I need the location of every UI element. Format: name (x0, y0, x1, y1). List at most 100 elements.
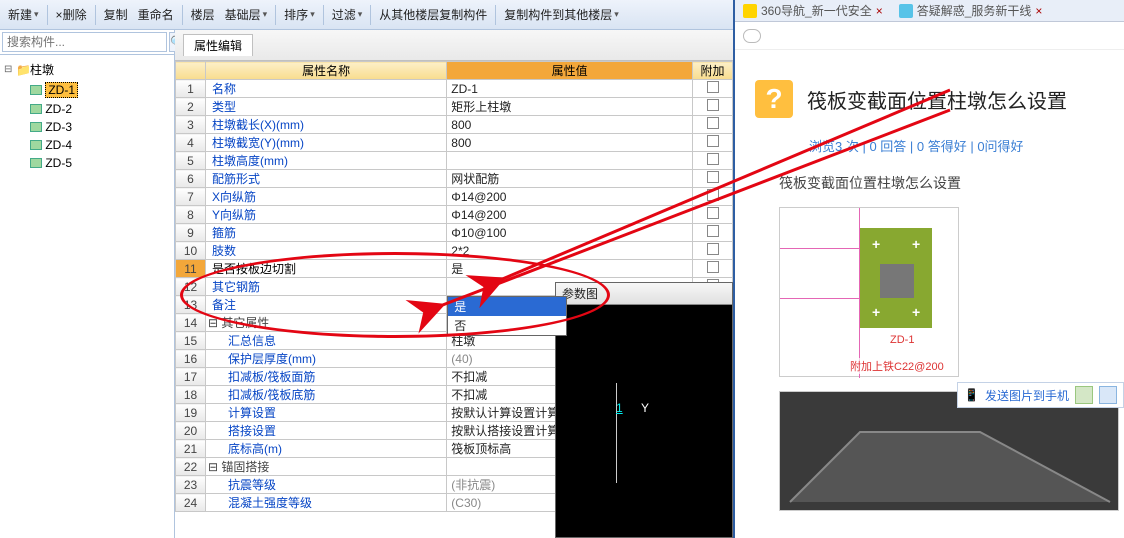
property-value-cell[interactable]: 2*2 (447, 242, 693, 260)
property-extra-cell[interactable] (693, 188, 733, 206)
property-name-cell[interactable]: 扣减板/筏板面筋 (206, 368, 447, 386)
browser-tab-2[interactable]: 答疑解惑_服务新干线 × (895, 2, 1047, 19)
collapse-icon[interactable]: ⊟ (4, 64, 16, 75)
property-name-cell[interactable]: 柱墩截长(X)(mm) (206, 116, 447, 134)
property-name-cell[interactable]: ⊟ 其它属性 (206, 314, 447, 332)
checkbox[interactable] (707, 135, 719, 147)
property-row[interactable]: 7X向纵筋Φ14@200 (176, 188, 733, 206)
property-value-cell[interactable]: 800 (447, 134, 693, 152)
checkbox[interactable] (707, 225, 719, 237)
collapse-icon[interactable]: ⊟ (208, 316, 221, 330)
property-extra-cell[interactable] (693, 260, 733, 278)
search-input[interactable] (2, 32, 167, 52)
property-name-cell[interactable]: 搭接设置 (206, 422, 447, 440)
copy-to-other-button[interactable]: 复制构件到其他楼层 (500, 4, 623, 25)
property-row[interactable]: 6配筋形式网状配筋 (176, 170, 733, 188)
property-name-cell[interactable]: 肢数 (206, 242, 447, 260)
expand-icon[interactable] (1075, 386, 1093, 404)
checkbox[interactable] (707, 207, 719, 219)
tree-item-zd2[interactable]: ZD-2 (4, 100, 170, 118)
property-name-cell[interactable]: ⊟ 锚固搭接 (206, 458, 447, 476)
dropdown-list[interactable]: 是否 (447, 296, 567, 336)
property-value-cell[interactable] (447, 152, 693, 170)
attachment-thumbnail-2[interactable] (779, 391, 1119, 511)
tree-item-zd3[interactable]: ZD-3 (4, 118, 170, 136)
collapse-icon[interactable]: ⊟ (208, 460, 221, 474)
property-extra-cell[interactable] (693, 98, 733, 116)
property-value-cell[interactable]: Φ10@100 (447, 224, 693, 242)
checkbox[interactable] (707, 153, 719, 165)
tree-root[interactable]: ⊟ 📁 柱墩 (4, 59, 170, 80)
property-extra-cell[interactable] (693, 134, 733, 152)
property-name-cell[interactable]: 柱墩高度(mm) (206, 152, 447, 170)
property-extra-cell[interactable] (693, 224, 733, 242)
property-row[interactable]: 5柱墩高度(mm) (176, 152, 733, 170)
delete-button[interactable]: × 删除 (52, 4, 91, 25)
property-extra-cell[interactable] (693, 80, 733, 98)
property-value-cell[interactable]: 800 (447, 116, 693, 134)
copy-button[interactable]: 复制 (100, 4, 132, 25)
checkbox[interactable] (707, 117, 719, 129)
property-name-cell[interactable]: 计算设置 (206, 404, 447, 422)
cloud-icon[interactable] (743, 29, 761, 43)
property-name-cell[interactable]: 箍筋 (206, 224, 447, 242)
property-value-cell[interactable]: Φ14@200 (447, 206, 693, 224)
property-extra-cell[interactable] (693, 152, 733, 170)
property-extra-cell[interactable] (693, 242, 733, 260)
property-value-cell[interactable]: 矩形上柱墩 (447, 98, 693, 116)
checkbox[interactable] (707, 243, 719, 255)
property-tab[interactable]: 属性编辑 (183, 34, 253, 56)
property-value-cell[interactable]: ZD-1 (447, 80, 693, 98)
property-name-cell[interactable]: 类型 (206, 98, 447, 116)
checkbox[interactable] (707, 189, 719, 201)
tree-item-zd4[interactable]: ZD-4 (4, 136, 170, 154)
filter-button[interactable]: 过滤 (328, 4, 367, 25)
property-name-cell[interactable]: 汇总信息 (206, 332, 447, 350)
property-extra-cell[interactable] (693, 116, 733, 134)
save-icon[interactable] (1099, 386, 1117, 404)
property-value-cell[interactable]: Φ14@200 (447, 188, 693, 206)
close-icon[interactable]: × (876, 4, 883, 18)
property-name-cell[interactable]: 其它钢筋 (206, 278, 447, 296)
send-to-phone-bar[interactable]: 📱 发送图片到手机 (957, 382, 1124, 408)
copy-from-other-button[interactable]: 从其他楼层复制构件 (375, 4, 491, 25)
property-name-cell[interactable]: 混凝土强度等级 (206, 494, 447, 512)
checkbox[interactable] (707, 81, 719, 93)
property-extra-cell[interactable] (693, 170, 733, 188)
checkbox[interactable] (707, 99, 719, 111)
property-name-cell[interactable]: 抗震等级 (206, 476, 447, 494)
rename-button[interactable]: 重命名 (134, 4, 178, 25)
new-button[interactable]: 新建 (4, 4, 43, 25)
dropdown-option[interactable]: 否 (448, 316, 566, 335)
property-row[interactable]: 10肢数2*2 (176, 242, 733, 260)
attachment-thumbnail-1[interactable]: + + + + ZD-1 附加上铁C22@200 (779, 207, 959, 377)
property-row[interactable]: 9箍筋Φ10@100 (176, 224, 733, 242)
property-row[interactable]: 11是否按板边切割是 (176, 260, 733, 278)
property-row[interactable]: 3柱墩截长(X)(mm)800 (176, 116, 733, 134)
property-row[interactable]: 2类型矩形上柱墩 (176, 98, 733, 116)
property-row[interactable]: 8Y向纵筋Φ14@200 (176, 206, 733, 224)
property-name-cell[interactable]: X向纵筋 (206, 188, 447, 206)
property-name-cell[interactable]: 柱墩截宽(Y)(mm) (206, 134, 447, 152)
browser-tab-1[interactable]: 360导航_新一代安全 × (739, 2, 887, 19)
property-row[interactable]: 4柱墩截宽(Y)(mm)800 (176, 134, 733, 152)
property-name-cell[interactable]: 是否按板边切割 (206, 260, 447, 278)
property-name-cell[interactable]: 扣减板/筏板底筋 (206, 386, 447, 404)
property-row[interactable]: 1名称ZD-1 (176, 80, 733, 98)
property-name-cell[interactable]: Y向纵筋 (206, 206, 447, 224)
property-name-cell[interactable]: 保护层厚度(mm) (206, 350, 447, 368)
property-name-cell[interactable]: 备注 (206, 296, 447, 314)
sort-button[interactable]: 排序 (280, 4, 319, 25)
property-extra-cell[interactable] (693, 206, 733, 224)
tree-item-zd5[interactable]: ZD-5 (4, 154, 170, 172)
checkbox[interactable] (707, 171, 719, 183)
floor-select[interactable]: 基础层 (221, 4, 272, 25)
checkbox[interactable] (707, 261, 719, 273)
property-name-cell[interactable]: 名称 (206, 80, 447, 98)
tree-item-zd1[interactable]: ZD-1 (4, 80, 170, 100)
property-name-cell[interactable]: 底标高(m) (206, 440, 447, 458)
property-value-cell[interactable]: 网状配筋 (447, 170, 693, 188)
close-icon[interactable]: × (1035, 4, 1042, 18)
property-name-cell[interactable]: 配筋形式 (206, 170, 447, 188)
property-value-cell[interactable]: 是 (447, 260, 693, 278)
